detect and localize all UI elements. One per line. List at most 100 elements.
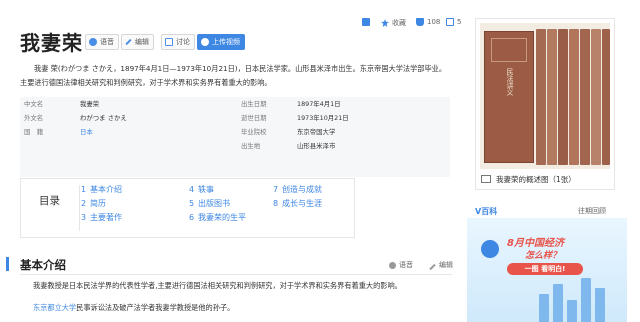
image-icon	[481, 175, 491, 183]
voice-button[interactable]: 语音	[85, 34, 119, 50]
image-caption-text: 我妻荣的概述图（1张）	[496, 174, 576, 184]
section-edit-button[interactable]: 编辑	[429, 260, 453, 270]
intro-paragraph-2: 东京都立大学民事诉讼法及破产法学者我妻学教授是他的孙子。	[33, 302, 453, 314]
toc-item[interactable]: 6 我妻荣的生平	[189, 212, 246, 224]
info-row: 毕业院校 东京帝国大学	[241, 125, 335, 139]
ad-bar-icon	[595, 288, 605, 322]
like-button[interactable]: 108	[416, 18, 440, 26]
image-caption[interactable]: 我妻荣的概述图（1张）	[475, 170, 615, 188]
favorite-button[interactable]: 收藏	[381, 18, 406, 28]
toc-item[interactable]: 8 成长与生涯	[273, 198, 322, 210]
section-voice-label: 语音	[399, 261, 413, 269]
info-key: 出生日期	[241, 100, 267, 108]
info-value: わがつま さかえ	[80, 114, 127, 122]
info-row: 外文名 わがつま さかえ	[24, 111, 127, 125]
info-value: 1973年10月21日	[297, 114, 349, 122]
book-spine	[602, 29, 610, 165]
toc-label: 简历	[90, 199, 106, 208]
plus-icon	[362, 18, 370, 26]
star-icon	[381, 19, 389, 27]
book-spine	[569, 29, 579, 165]
info-value: 东京帝国大学	[297, 128, 336, 136]
ad-bar-icon	[581, 278, 591, 322]
info-row: 出生日期 1897年4月1日	[241, 97, 341, 111]
discuss-button[interactable]: 讨论	[161, 34, 195, 50]
past-issues-link[interactable]: 往期回顾	[578, 206, 606, 216]
basic-info-box: 中文名 我妻荣 外文名 わがつま さかえ 国 籍 日本 出生日期 1897年4月1日 逝…	[20, 97, 450, 177]
toc-number: 3	[81, 213, 87, 222]
book-spine	[558, 29, 568, 165]
pencil-icon	[429, 263, 436, 270]
ad-bar-icon	[553, 284, 563, 322]
intro-paragraph-1: 我妻教授是日本民法学界的代表性学者,主要进行德国法相关研究和判例研究，对于学术界…	[33, 281, 402, 290]
table-of-contents: 目录 1 基本介绍 2 简历 3 主要著作 4 轶事 5 出版图书 6 我妻荣的生平 7 创造…	[20, 178, 355, 238]
info-key: 中文名	[24, 100, 44, 108]
cover-band	[491, 38, 527, 62]
share-icon	[446, 18, 454, 26]
ad-bar-icon	[567, 300, 577, 322]
toc-label: 轶事	[198, 185, 214, 194]
book-spine	[580, 29, 590, 165]
toc-item[interactable]: 2 简历	[81, 198, 106, 210]
section-voice-button[interactable]: 语音	[389, 260, 413, 270]
toc-label: 出版图书	[198, 199, 230, 208]
nationality-link[interactable]: 日本	[80, 128, 93, 136]
voice-label: 语音	[100, 38, 114, 46]
edit-button[interactable]: 编辑	[121, 34, 154, 50]
toc-number: 4	[189, 185, 195, 194]
favorite-label: 收藏	[392, 19, 406, 27]
toc-item[interactable]: 7 创造与成就	[273, 184, 322, 196]
toc-item[interactable]: 1 基本介绍	[81, 184, 122, 196]
section-divider	[20, 274, 452, 275]
info-key: 外文名	[24, 114, 44, 122]
toc-title: 目录	[39, 195, 60, 207]
university-link[interactable]: 东京都立大学	[33, 303, 76, 312]
summary-image-box[interactable]: 民法讲义	[475, 18, 615, 190]
info-row: 国 籍 日本	[24, 125, 93, 139]
toc-label: 创造与成就	[282, 185, 322, 194]
like-count: 108	[427, 18, 441, 26]
info-row: 出生地 山形县米泽市	[241, 139, 335, 153]
toc-number: 5	[189, 199, 195, 208]
toc-number: 7	[273, 185, 279, 194]
book-spine	[536, 29, 546, 165]
book-cover: 民法讲义	[484, 31, 534, 163]
toc-item[interactable]: 5 出版图书	[189, 198, 230, 210]
ad-banner[interactable]: 8月中国经济 怎么样？ 一图 看明白!	[467, 218, 627, 322]
toc-item[interactable]: 4 轶事	[189, 184, 214, 196]
toc-item[interactable]: 3 主要著作	[81, 212, 122, 224]
info-value: 我妻荣	[80, 100, 100, 108]
books-image[interactable]: 民法讲义	[480, 23, 610, 169]
edit-label: 编辑	[135, 38, 149, 46]
info-value: 山形县米泽市	[297, 142, 336, 150]
section-edit-label: 编辑	[439, 261, 453, 269]
toc-number: 8	[273, 199, 279, 208]
ad-cta: 一图 看明白!	[507, 263, 583, 275]
pencil-icon	[125, 38, 132, 46]
share-button[interactable]: 5	[446, 18, 461, 26]
section-title: 基本介绍	[20, 258, 66, 272]
comment-icon	[165, 38, 173, 46]
ad-brand: V百科	[475, 207, 498, 216]
discuss-label: 讨论	[176, 38, 190, 46]
book-spine	[591, 29, 601, 165]
info-row: 逝世日期 1973年10月21日	[241, 111, 349, 125]
thumbs-up-icon	[416, 18, 424, 26]
plus-circle-icon	[201, 38, 209, 46]
paragraph-text: 民事诉讼法及破产法学者我妻学教授是他的孙子。	[76, 303, 235, 312]
ad-subheadline: 怎么样？	[525, 251, 562, 261]
toc-number: 2	[81, 199, 87, 208]
upload-video-label: 上传视频	[212, 38, 240, 46]
toc-label: 基本介绍	[90, 185, 122, 194]
upload-video-button[interactable]: 上传视频	[197, 34, 245, 50]
info-row: 中文名 我妻荣	[24, 97, 99, 111]
cover-title: 民法讲义	[506, 68, 514, 96]
toc-number: 1	[81, 185, 87, 194]
speaker-icon	[89, 38, 97, 46]
add-button[interactable]	[362, 18, 373, 26]
toc-number: 6	[189, 213, 195, 222]
ad-headline: 8月中国经济	[507, 238, 564, 249]
info-key: 国 籍	[24, 128, 44, 136]
info-key: 出生地	[241, 142, 261, 150]
page-title: 我妻荣	[20, 31, 83, 55]
